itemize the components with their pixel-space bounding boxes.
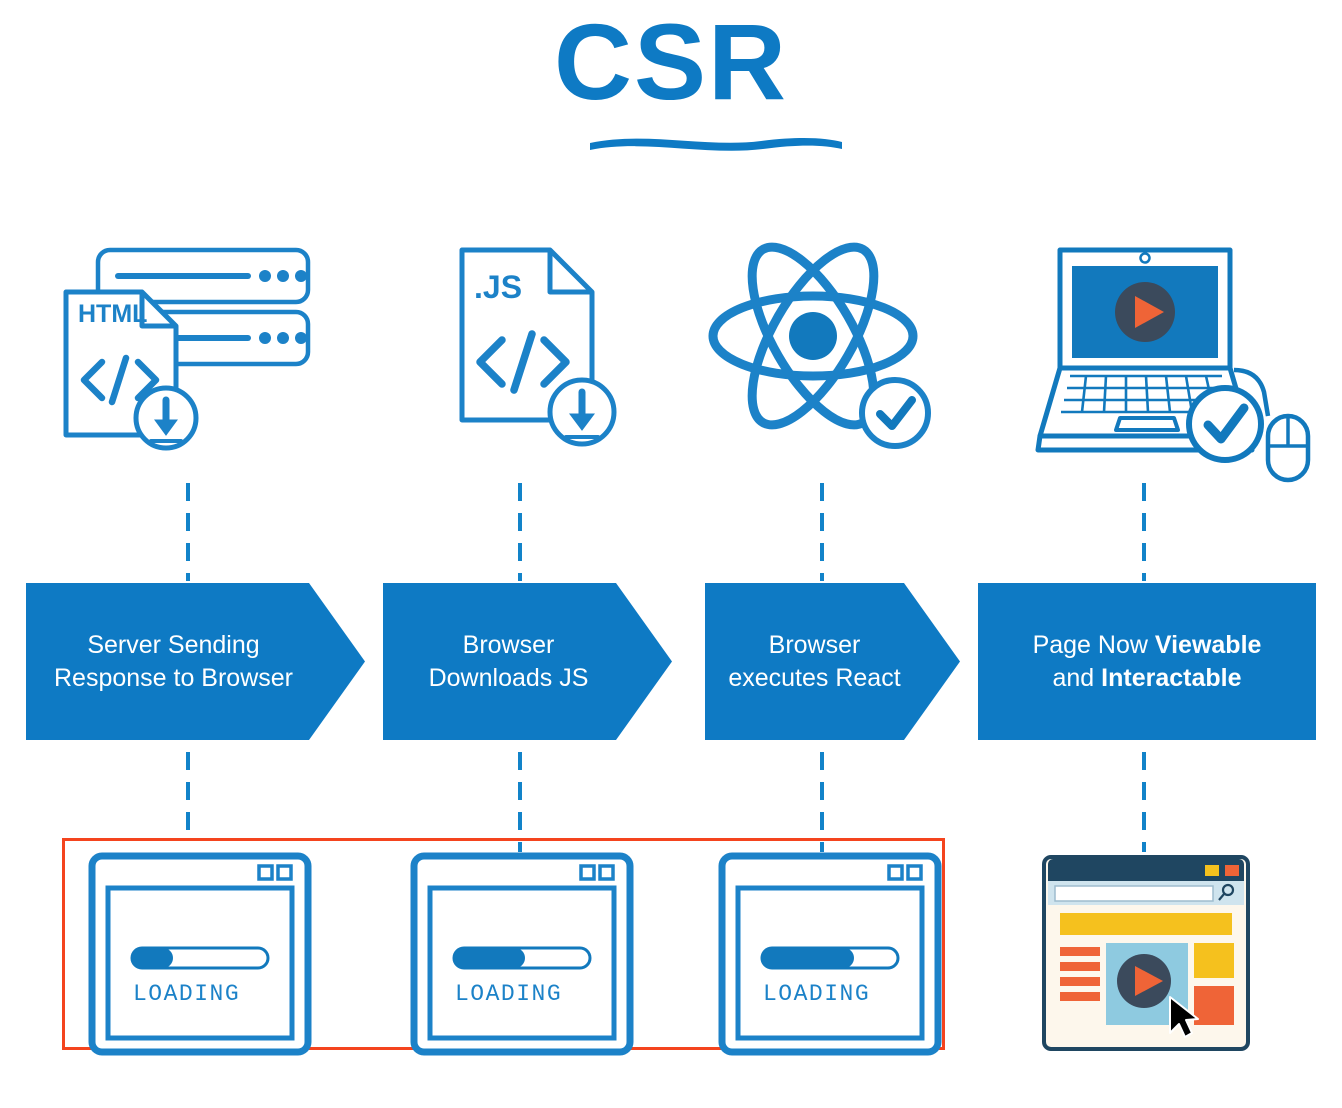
page-title-block: CSR — [0, 1, 1342, 151]
title-underline-swoosh-icon — [590, 138, 842, 151]
banner-4-line-2-plain: and — [1052, 663, 1102, 692]
banner-1-line-1: Server Sending — [87, 630, 260, 659]
banner-3-line-1: Browser — [768, 630, 861, 659]
banner-4-line-1-bold: Viewable — [1154, 630, 1262, 659]
step-banner-2-text: Browser Downloads JS — [415, 629, 641, 695]
banner-2-line-1: Browser — [462, 630, 555, 659]
side-tile-yellow — [1194, 943, 1234, 978]
connector-banner-1-to-loader — [186, 752, 190, 838]
connector-icon-to-banner-3 — [820, 483, 824, 581]
page-title: CSR — [553, 1, 789, 122]
javascript-file-icon: .JS — [440, 240, 630, 470]
step-banner-server-sending[interactable]: Server Sending Response to Browser — [26, 583, 365, 740]
banner-3-line-2: executes React — [728, 663, 901, 692]
rendered-page-browser-mockup — [1042, 855, 1250, 1051]
window-button-yellow — [1205, 865, 1219, 876]
connector-banner-4-to-browser — [1142, 752, 1146, 852]
connector-icon-to-banner-4 — [1142, 483, 1146, 581]
window-button-orange — [1225, 865, 1239, 876]
step-banner-browser-executes-react[interactable]: Browser executes React — [705, 583, 960, 740]
step-banner-4-text: Page Now Viewable and Interactable — [1019, 629, 1276, 695]
csr-diagram: CSR HTML .JS Server Sending Response to … — [0, 0, 1342, 1108]
side-tile-orange — [1194, 986, 1234, 1025]
loading-browser-window-1: LOADING — [88, 852, 312, 1056]
loading-browser-window-2: LOADING — [410, 852, 634, 1056]
loading-browser-window-3: LOADING — [718, 852, 942, 1056]
svg-text:HTML: HTML — [78, 300, 147, 328]
react-atom-icon — [705, 228, 935, 463]
step-banner-1-text: Server Sending Response to Browser — [40, 629, 351, 695]
connector-banner-2-to-loader — [518, 752, 522, 852]
step-banner-page-viewable-interactable[interactable]: Page Now Viewable and Interactable — [978, 583, 1316, 740]
loading-label-3: LOADING — [763, 981, 870, 1007]
step-banner-3-text: Browser executes React — [714, 629, 950, 695]
progress-fill-1 — [132, 948, 173, 968]
page-header-banner — [1060, 913, 1232, 935]
loading-label-2: LOADING — [455, 981, 562, 1007]
banner-2-line-2: Downloads JS — [428, 663, 589, 692]
connector-icon-to-banner-1 — [186, 483, 190, 581]
progress-fill-2 — [454, 948, 525, 968]
banner-1-line-2: Response to Browser — [53, 663, 293, 692]
banner-4-line-1-plain: Page Now — [1032, 630, 1155, 659]
step-banner-browser-downloads-js[interactable]: Browser Downloads JS — [383, 583, 672, 740]
address-bar — [1054, 885, 1214, 902]
server-rack-with-html-file-icon: HTML — [56, 240, 366, 470]
banner-4-line-2-bold: Interactable — [1101, 663, 1242, 692]
progress-fill-3 — [762, 948, 854, 968]
svg-text:.JS: .JS — [474, 269, 522, 305]
connector-icon-to-banner-2 — [518, 483, 522, 581]
loading-label-1: LOADING — [133, 981, 240, 1007]
laptop-with-mouse-icon — [1012, 240, 1322, 500]
connector-banner-3-to-loader — [820, 752, 824, 852]
